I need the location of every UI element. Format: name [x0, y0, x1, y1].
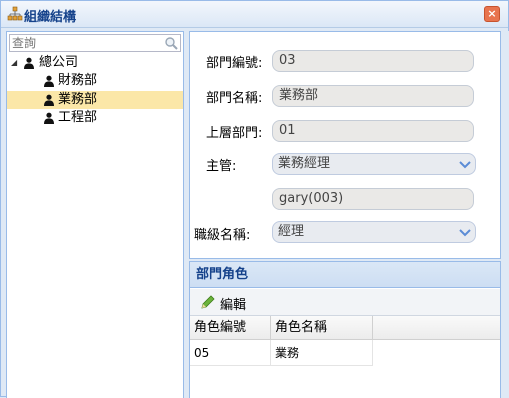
pencil-icon: [201, 295, 215, 309]
column-header-role-name[interactable]: 角色名稱: [271, 316, 373, 340]
person-icon: [44, 94, 54, 106]
column-header-empty: [373, 316, 500, 340]
search-icon[interactable]: [164, 36, 178, 50]
tree-node-label: 總公司: [39, 55, 79, 70]
dept-no-field[interactable]: 03: [272, 50, 474, 72]
dept-name-label: 部門名稱:: [206, 91, 263, 106]
title-select-value: 經理: [278, 224, 305, 239]
window-right-edge: [501, 31, 509, 398]
parent-dept-field[interactable]: 01: [272, 120, 474, 142]
person-icon: [44, 75, 54, 87]
tree-node-label: 工程部: [58, 110, 98, 125]
expand-toggle-icon[interactable]: ◢: [11, 54, 21, 72]
title-label: 職級名稱:: [194, 228, 251, 243]
org-tree-panel: ◢ 總公司 財務部 業務部 工程部: [6, 31, 184, 398]
org-chart-icon: [7, 6, 23, 21]
manager-select-value: 業務經理: [278, 156, 331, 171]
title-select[interactable]: 經理: [272, 221, 476, 243]
manager-account-field[interactable]: gary(003): [272, 188, 474, 210]
chevron-down-icon[interactable]: [455, 154, 475, 174]
dept-no-label: 部門編號:: [206, 56, 263, 71]
roles-panel-title: 部門角色: [190, 262, 500, 288]
dept-name-field[interactable]: 業務部: [272, 85, 474, 107]
edit-button-label: 編輯: [220, 298, 247, 313]
close-icon: ×: [487, 7, 497, 20]
tree-node-label: 業務部: [58, 92, 98, 107]
tree-node-engineering[interactable]: 工程部: [7, 109, 183, 127]
manager-label: 主管:: [206, 159, 237, 174]
parent-dept-label: 上層部門:: [206, 126, 263, 141]
department-roles-panel: 部門角色 編輯 角色編號 角色名稱 05 業務: [189, 261, 501, 398]
department-form: 部門編號: 03 部門名稱: 業務部 上層部門: 01 主管: 業務經理 gar…: [189, 31, 501, 259]
column-header-role-no[interactable]: 角色編號: [190, 316, 271, 340]
table-cell-role-name[interactable]: 業務: [271, 340, 373, 366]
manager-select[interactable]: 業務經理: [272, 153, 476, 175]
roles-toolbar: 編輯: [190, 289, 500, 316]
window-title: 組織結構: [24, 10, 77, 25]
tree-node-company[interactable]: ◢ 總公司: [7, 54, 183, 72]
title-bar[interactable]: 組織結構 ×: [1, 1, 508, 28]
person-icon: [44, 112, 54, 124]
person-icon: [24, 57, 34, 69]
close-button[interactable]: ×: [484, 6, 500, 22]
tree-node-sales[interactable]: 業務部: [7, 91, 183, 109]
search-input[interactable]: [12, 36, 162, 50]
table-cell-role-no[interactable]: 05: [190, 340, 271, 366]
search-box: [9, 34, 181, 52]
chevron-down-icon[interactable]: [455, 222, 475, 242]
org-structure-window: 組織結構 × ◢ 總公司 財務部: [0, 0, 509, 398]
tree-node-finance[interactable]: 財務部: [7, 72, 183, 90]
tree-node-label: 財務部: [58, 73, 98, 88]
